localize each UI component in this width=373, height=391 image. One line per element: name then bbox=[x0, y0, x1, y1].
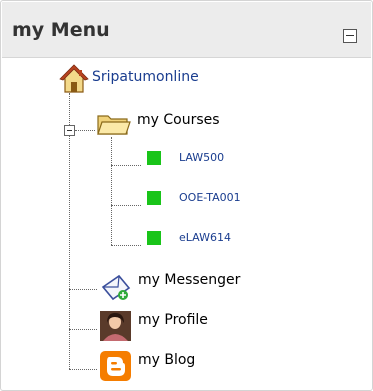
home-icon bbox=[59, 64, 89, 93]
tree-collapse-icon[interactable] bbox=[64, 125, 75, 136]
folder-open-icon bbox=[97, 115, 131, 135]
tree-line-course-3 bbox=[111, 245, 141, 246]
profile-photo-icon bbox=[100, 311, 131, 341]
home-label: Sripatumonline bbox=[92, 69, 199, 85]
my-menu-panel: my Menu Sripatumonline my Courses LAW500 bbox=[0, 0, 373, 391]
profile-label: my Profile bbox=[138, 312, 208, 328]
green-square-icon bbox=[147, 191, 161, 205]
tree-line-profile bbox=[69, 329, 97, 330]
tree-line-courses bbox=[75, 130, 95, 131]
courses-label: my Courses bbox=[137, 112, 220, 128]
tree-line-course-1 bbox=[111, 165, 141, 166]
panel-title: my Menu bbox=[12, 19, 110, 41]
tree-line-blog bbox=[69, 369, 97, 370]
blog-label: my Blog bbox=[138, 352, 196, 368]
green-square-icon bbox=[147, 231, 161, 245]
panel-header: my Menu bbox=[2, 2, 371, 58]
minus-box-icon[interactable] bbox=[343, 29, 357, 43]
course-label-2: OOE-TA001 bbox=[179, 191, 241, 204]
tree-line-courses-children bbox=[111, 137, 112, 245]
blogger-icon bbox=[100, 351, 131, 381]
course-label-3: eLAW614 bbox=[179, 231, 231, 244]
course-label-1: LAW500 bbox=[179, 151, 225, 164]
envelope-icon bbox=[101, 274, 131, 301]
green-square-icon bbox=[147, 151, 161, 165]
tree-line-course-2 bbox=[111, 205, 141, 206]
tree-line-messenger bbox=[69, 289, 97, 290]
messenger-label: my Messenger bbox=[138, 272, 241, 288]
